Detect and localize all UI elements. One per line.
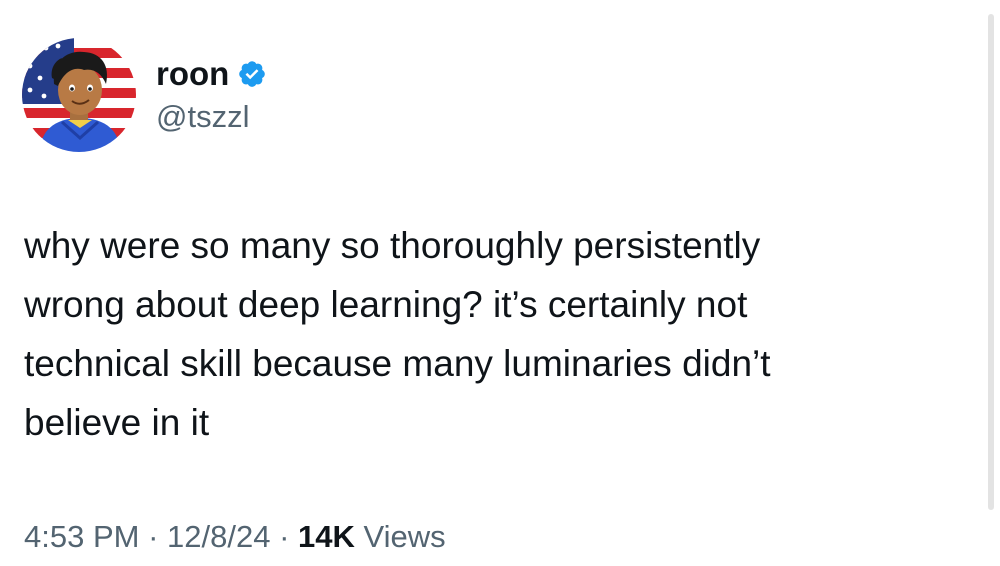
user-handle[interactable]: @tszzl: [156, 96, 267, 138]
tweet-header: roon @tszzl: [22, 38, 267, 152]
name-row: roon: [156, 52, 267, 96]
verified-badge-icon[interactable]: [237, 59, 267, 89]
avatar[interactable]: [22, 38, 136, 152]
avatar-image: [22, 38, 136, 152]
meta-separator: ·: [148, 519, 159, 554]
scrollbar-thumb[interactable]: [988, 14, 994, 510]
tweet-time[interactable]: 4:53 PM: [24, 519, 139, 554]
scrollbar-track[interactable]: [978, 0, 1000, 566]
views-count[interactable]: 14K: [298, 519, 355, 554]
display-name[interactable]: roon: [156, 54, 229, 94]
user-info: roon @tszzl: [156, 52, 267, 138]
meta-separator: ·: [279, 519, 290, 554]
verified-badge-svg: [239, 61, 266, 87]
tweet-text: why were so many so thoroughly persisten…: [24, 225, 771, 443]
tweet-date[interactable]: 12/8/24: [167, 519, 270, 554]
tweet-card: roon @tszzl why were so many so thorough…: [0, 0, 1000, 566]
tweet-meta: 4:53 PM · 12/8/24 · 14K Views: [24, 516, 446, 558]
views-label: Views: [363, 519, 446, 554]
